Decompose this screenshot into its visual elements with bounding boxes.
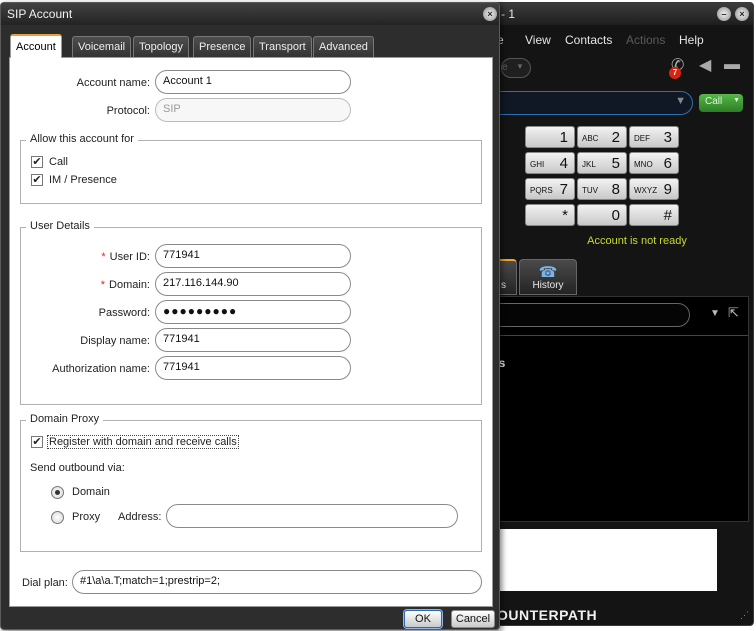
call-checkbox[interactable]: ✔ <box>31 156 43 168</box>
dial-plan-label: Dial plan: <box>22 577 68 589</box>
radio-selected-dot <box>55 490 60 495</box>
dialog-titlebar: SIP Account × <box>1 3 499 25</box>
keypad-key-6[interactable]: MNO 6 <box>629 152 679 174</box>
proxy-radio[interactable] <box>51 511 64 524</box>
keypad-key-4[interactable]: GHI 4 <box>525 152 575 174</box>
keypad-key-star[interactable]: * <box>525 204 575 226</box>
keypad-key-3[interactable]: DEF 3 <box>629 126 679 148</box>
authorization-name-field[interactable]: 771941 <box>155 356 351 380</box>
softphone-titlebar: - 1 – × <box>481 3 753 25</box>
send-outbound-label: Send outbound via: <box>30 462 125 474</box>
authorization-name-label: Authorization name: <box>52 363 150 375</box>
user-details-legend: User Details <box>26 220 94 232</box>
cancel-button[interactable]: Cancel <box>451 610 495 628</box>
required-marker: * <box>100 279 106 291</box>
tab-advanced[interactable]: Advanced <box>313 36 374 57</box>
call-button[interactable]: Call ▼ <box>699 94 743 112</box>
tab-topology[interactable]: Topology <box>133 36 190 57</box>
tab-presence[interactable]: Presence <box>193 36 252 57</box>
call-checkbox-label: Call <box>49 156 68 168</box>
address-label: Address: <box>118 511 162 523</box>
display-name-field[interactable]: 771941 <box>155 328 351 352</box>
menu-help[interactable]: Help <box>679 33 704 47</box>
keypad-key-1[interactable]: 1 <box>525 126 575 148</box>
menu-view[interactable]: View <box>525 33 551 47</box>
video-area <box>497 529 717 591</box>
tab-transport[interactable]: Transport <box>253 36 312 57</box>
contacts-search-input[interactable] <box>494 303 690 327</box>
headset-icon[interactable]: ▬ <box>724 56 740 74</box>
sip-account-dialog: SIP Account × Account Voicemail Topology… <box>0 2 500 630</box>
brand-logo: OUNTERPATH <box>497 607 598 623</box>
presence-combo-partial: e <box>502 62 508 73</box>
display-name-label: Display name: <box>80 335 150 347</box>
contacts-panel: ▼ ⇱ ily nds k <box>484 296 749 522</box>
account-name-field[interactable]: Account 1 <box>155 70 351 94</box>
account-status-text: Account is not ready <box>587 235 687 247</box>
keypad-key-9[interactable]: WXYZ 9 <box>629 178 679 200</box>
proxy-radio-label: Proxy <box>72 511 101 523</box>
resize-grip-icon[interactable]: ⋰ <box>740 610 749 621</box>
domain-radio[interactable] <box>51 486 64 499</box>
register-domain-checkbox-label: Register with domain and receive calls <box>47 435 239 449</box>
im-presence-checkbox[interactable]: ✔ <box>31 174 43 186</box>
user-id-label: * User ID: <box>101 251 150 263</box>
softphone-window: - 1 – × e View Contacts Actions Help e ▼… <box>480 2 754 626</box>
menu-contacts[interactable]: Contacts <box>565 33 612 47</box>
ok-button[interactable]: OK <box>404 610 442 628</box>
allow-account-legend: Allow this account for <box>26 133 138 145</box>
speaker-icon[interactable]: ◀ <box>699 55 711 75</box>
account-name-label: Account name: <box>76 77 150 89</box>
call-button-label: Call <box>705 96 723 107</box>
proxy-address-field[interactable] <box>166 504 458 528</box>
password-field[interactable]: ●●●●●●●●● <box>155 300 351 324</box>
chevron-down-icon[interactable]: ▼ <box>733 97 740 104</box>
domain-radio-label: Domain <box>72 486 110 498</box>
close-icon[interactable]: × <box>483 7 497 21</box>
keypad-key-5[interactable]: JKL 5 <box>577 152 627 174</box>
register-domain-checkbox[interactable]: ✔ <box>31 436 43 448</box>
tab-account[interactable]: Account <box>10 34 62 58</box>
dialog-title: SIP Account <box>7 7 73 21</box>
keypad-key-8[interactable]: TUV 8 <box>577 178 627 200</box>
chevron-down-icon[interactable]: ▼ <box>675 95 686 107</box>
im-presence-checkbox-label: IM / Presence <box>49 174 117 186</box>
keypad-key-2[interactable]: ABC 2 <box>577 126 627 148</box>
minimize-icon[interactable]: – <box>717 7 731 21</box>
keypad-key-7[interactable]: PQRS 7 <box>525 178 575 200</box>
domain-proxy-legend: Domain Proxy <box>26 413 104 425</box>
close-icon[interactable]: × <box>735 7 749 21</box>
presence-combo[interactable]: e ▼ <box>501 58 531 78</box>
password-label: Password: <box>98 307 150 319</box>
status-badge: 7 <box>669 67 681 79</box>
softphone-menubar: e View Contacts Actions Help <box>481 29 753 51</box>
domain-field[interactable]: 217.116.144.90 <box>155 272 351 296</box>
history-icon: ☎ <box>538 264 558 281</box>
softphone-title: - 1 <box>501 7 516 21</box>
chevron-down-icon: ▼ <box>516 62 524 71</box>
user-id-field[interactable]: 771941 <box>155 244 351 268</box>
protocol-label: Protocol: <box>106 105 150 117</box>
keypad-key-0[interactable]: 0 <box>577 204 627 226</box>
tab-history[interactable]: ☎ History <box>519 259 577 295</box>
chevron-down-icon[interactable]: ▼ <box>710 308 720 319</box>
menu-actions: Actions <box>626 33 666 47</box>
tab-voicemail[interactable]: Voicemail <box>72 36 132 57</box>
domain-label: * Domain: <box>100 279 150 291</box>
dial-plan-field[interactable]: #1\a\a.T;match=1;prestrip=2; <box>72 570 482 594</box>
contacts-list: ily nds k <box>484 335 748 521</box>
popout-icon[interactable]: ⇱ <box>728 305 739 321</box>
protocol-field: SIP <box>155 98 351 122</box>
keypad-key-hash[interactable]: # <box>629 204 679 226</box>
required-marker: * <box>101 251 106 263</box>
allow-account-group <box>20 140 482 204</box>
dial-input[interactable]: ▼ <box>497 91 693 115</box>
account-tab-panel: Account name: Account 1 Protocol: SIP Al… <box>9 57 493 607</box>
